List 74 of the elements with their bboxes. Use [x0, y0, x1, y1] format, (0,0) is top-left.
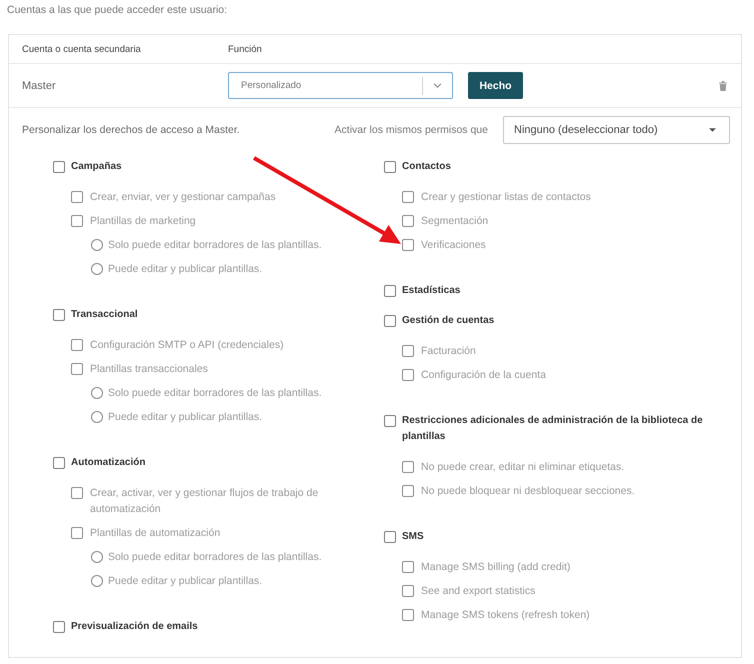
trash-icon[interactable]	[719, 80, 727, 90]
group-label: Restricciones adicionales de administración de la biblioteca de plantillas	[402, 414, 704, 444]
group-label: Gestión de cuentas	[402, 314, 494, 328]
checkbox[interactable]	[53, 309, 65, 321]
permission-label: Configuración de la cuenta	[421, 368, 546, 383]
checkbox[interactable]	[384, 415, 396, 427]
checkbox[interactable]	[402, 369, 414, 381]
permission-label: Facturación	[421, 344, 476, 359]
permission-label: Solo puede editar borradores de las plantillas.	[108, 386, 322, 401]
checkbox[interactable]	[402, 609, 414, 621]
checkbox[interactable]	[402, 191, 414, 203]
group-label: Transaccional	[71, 308, 138, 322]
column-header: Cuenta o cuenta secundaria	[22, 44, 141, 54]
copy-permissions-label: Activar los mismos permisos que	[334, 124, 488, 136]
checkbox[interactable]	[71, 527, 83, 539]
checkbox[interactable]	[71, 215, 83, 227]
checkbox[interactable]	[53, 457, 65, 469]
checkbox[interactable]	[402, 585, 414, 597]
group-label: Previsualización de emails	[71, 620, 198, 634]
group-label: Automatización	[71, 456, 146, 470]
radio-button[interactable]	[91, 387, 103, 399]
group-label: Campañas	[71, 160, 122, 174]
caret-down-icon	[709, 128, 716, 132]
permission-label: See and export statistics	[421, 584, 536, 599]
permission-label: Crear, enviar, ver y gestionar campañas	[90, 190, 276, 205]
checkbox[interactable]	[384, 531, 396, 543]
radio-button[interactable]	[91, 551, 103, 563]
permission-label: No puede bloquear ni desbloquear secciones.	[421, 484, 635, 499]
checkbox[interactable]	[402, 485, 414, 497]
checkbox[interactable]	[71, 363, 83, 375]
permission-label: Plantillas de marketing	[90, 214, 196, 229]
checkbox[interactable]	[402, 461, 414, 473]
checkbox[interactable]	[71, 487, 83, 499]
checkbox[interactable]	[384, 285, 396, 297]
permission-label: Puede editar y publicar plantillas.	[108, 574, 262, 589]
chevron-down-icon	[433, 83, 442, 88]
permission-label: Puede editar y publicar plantillas.	[108, 262, 262, 277]
permission-label: Solo puede editar borradores de las plantillas.	[108, 550, 322, 565]
group-label: Estadísticas	[402, 284, 460, 298]
permission-label: Plantillas de automatización	[90, 526, 220, 541]
radio-button[interactable]	[91, 575, 103, 587]
checkbox[interactable]	[71, 191, 83, 203]
permission-label: Verificaciones	[421, 238, 486, 253]
done-button[interactable]: Hecho	[468, 72, 523, 99]
permissions-description: Personalizar los derechos de acceso a Master.	[22, 124, 240, 136]
checkbox[interactable]	[402, 215, 414, 227]
permission-label: Solo puede editar borradores de las plantillas.	[108, 238, 322, 253]
radio-button[interactable]	[91, 263, 103, 275]
permission-label: Configuración SMTP o API (credenciales)	[90, 338, 284, 353]
role-select[interactable]: Personalizado	[228, 72, 453, 99]
permission-label: Manage SMS tokens (refresh token)	[421, 608, 590, 623]
permission-label: No puede crear, editar ni eliminar etiquetas.	[421, 460, 624, 475]
checkbox[interactable]	[402, 239, 414, 251]
account-name: Master	[22, 80, 57, 92]
checkbox[interactable]	[53, 161, 65, 173]
checkbox[interactable]	[402, 561, 414, 573]
checkbox[interactable]	[71, 339, 83, 351]
group-label: SMS	[402, 530, 424, 544]
permission-label: Crear, activar, ver y gestionar flujos de trabajo de automatización	[90, 486, 320, 517]
checkbox[interactable]	[384, 315, 396, 327]
permission-label: Segmentación	[421, 214, 488, 229]
copy-permissions-select[interactable]: Ninguno (deseleccionar todo)	[503, 116, 730, 144]
checkbox[interactable]	[402, 345, 414, 357]
column-header: Función	[228, 44, 262, 54]
group-label: Contactos	[402, 160, 451, 174]
permission-label: Puede editar y publicar plantillas.	[108, 410, 262, 425]
permission-label: Crear y gestionar listas de contactos	[421, 190, 591, 205]
permission-label: Plantillas transaccionales	[90, 362, 208, 377]
checkbox[interactable]	[53, 621, 65, 633]
radio-button[interactable]	[91, 239, 103, 251]
section-heading: Cuentas a las que puede acceder este usuario:	[7, 3, 228, 17]
permission-label: Manage SMS billing (add credit)	[421, 560, 570, 575]
checkbox[interactable]	[384, 161, 396, 173]
radio-button[interactable]	[91, 411, 103, 423]
